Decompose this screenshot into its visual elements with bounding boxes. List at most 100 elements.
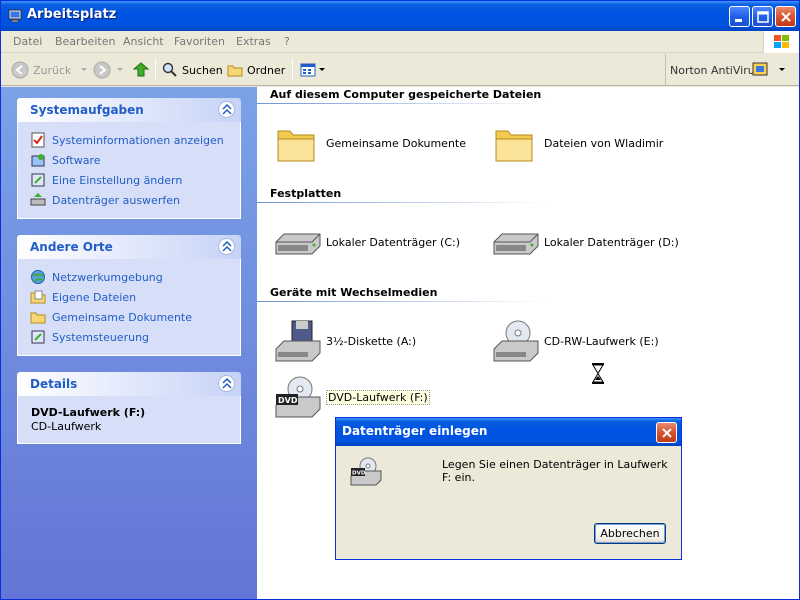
software-icon <box>31 154 45 167</box>
other-places-panel: Andere Orte Netzwerkumgebung Eigene Date… <box>17 235 241 356</box>
item-dvd-f[interactable]: DVD DVD-Laufwerk (F:) <box>274 375 430 419</box>
control-panel-icon <box>31 173 45 187</box>
task-eject-media[interactable]: Datenträger auswerfen <box>30 190 240 210</box>
folder-icon <box>495 130 533 162</box>
chevron-up-icon <box>222 104 232 115</box>
task-network[interactable]: Netzwerkumgebung <box>30 267 240 287</box>
divider <box>257 103 547 104</box>
network-globe-icon <box>31 270 45 284</box>
floppy-drive-icon <box>275 320 321 362</box>
panel-header[interactable]: Andere Orte <box>17 235 241 259</box>
separator <box>292 59 293 81</box>
item-shared-documents[interactable]: Gemeinsame Dokumente <box>274 121 466 165</box>
dvd-drive-icon: DVD <box>350 457 382 486</box>
chevron-up-icon <box>222 378 232 389</box>
maximize-button[interactable] <box>752 6 773 27</box>
my-documents-icon <box>30 290 46 304</box>
forward-button[interactable] <box>93 60 127 80</box>
menu-bearbeiten[interactable]: Bearbeiten <box>55 35 115 48</box>
cancel-button[interactable]: Abbrechen <box>594 523 666 544</box>
minimize-icon <box>735 19 742 22</box>
maximize-icon <box>757 11 769 23</box>
task-shared-documents[interactable]: Gemeinsame Dokumente <box>30 307 240 327</box>
hourglass-icon <box>592 363 604 384</box>
insert-disk-dialog: Datenträger einlegen DVD Legen Sie einen… <box>335 417 682 560</box>
window-title: Arbeitsplatz <box>27 7 117 22</box>
toolbar: Zurück Suchen Ordner Norton AntiVirus <box>1 54 799 86</box>
item-cdrw-e[interactable]: CD-RW-Laufwerk (E:) <box>492 319 659 363</box>
views-icon <box>300 63 316 77</box>
dropdown-arrow-icon <box>81 68 88 71</box>
dvd-drive-icon: DVD <box>275 376 321 418</box>
dialog-title: Datenträger einlegen <box>342 424 488 438</box>
details-name: DVD-Laufwerk (F:) <box>31 406 146 419</box>
task-pane: Systemaufgaben Systeminformationen anzei… <box>1 87 257 599</box>
dialog-close-button[interactable] <box>656 422 677 443</box>
task-change-setting[interactable]: Eine Einstellung ändern <box>30 170 240 190</box>
explorer-window: Arbeitsplatz Datei Bearbeiten Ansicht Fa… <box>0 0 800 600</box>
folder-icon <box>30 312 46 324</box>
up-folder-button[interactable] <box>132 60 150 80</box>
computer-icon <box>8 9 22 23</box>
cd-drive-icon <box>493 320 539 362</box>
group-header-removable: Geräte mit Wechselmedien <box>270 286 438 299</box>
dropdown-arrow-icon <box>117 68 123 71</box>
norton-icon <box>752 62 768 76</box>
item-user-files[interactable]: Dateien von Wladimir <box>492 121 663 165</box>
up-arrow-icon <box>132 62 150 77</box>
collapse-button[interactable] <box>218 101 235 118</box>
dropdown-arrow-icon <box>779 68 785 71</box>
task-control-panel[interactable]: Systemsteuerung <box>30 327 240 347</box>
close-icon <box>781 12 791 22</box>
separator <box>155 59 156 81</box>
hard-disk-icon <box>275 233 321 255</box>
menu-help[interactable]: ? <box>284 35 290 48</box>
panel-header[interactable]: Details <box>17 372 241 396</box>
panel-header[interactable]: Systemaufgaben <box>17 98 241 122</box>
title-bar[interactable]: Arbeitsplatz <box>1 1 799 31</box>
details-type: CD-Laufwerk <box>31 420 102 433</box>
back-button[interactable]: Zurück <box>11 60 91 80</box>
divider <box>257 202 547 203</box>
system-info-icon <box>31 132 45 148</box>
norton-label: Norton AntiVirus <box>670 64 761 77</box>
dialog-message: Legen Sie einen Datenträger in Laufwerk … <box>442 458 668 484</box>
search-icon <box>162 62 177 77</box>
task-system-info[interactable]: Systeminformationen anzeigen <box>30 130 240 150</box>
group-header-stored-files: Auf diesem Computer gespeicherte Dateien <box>270 88 542 101</box>
norton-toolbar[interactable]: Norton AntiVirus <box>665 54 799 85</box>
collapse-button[interactable] <box>218 375 235 392</box>
details-panel: Details DVD-Laufwerk (F:) CD-Laufwerk <box>17 372 241 444</box>
divider <box>257 301 547 302</box>
collapse-button[interactable] <box>218 238 235 255</box>
menu-bar: Datei Bearbeiten Ansicht Favoriten Extra… <box>1 31 799 53</box>
menu-ansicht[interactable]: Ansicht <box>123 35 164 48</box>
eject-icon <box>30 193 46 206</box>
search-button[interactable]: Suchen <box>162 60 223 80</box>
svg-text:DVD: DVD <box>352 471 366 477</box>
task-my-documents[interactable]: Eigene Dateien <box>30 287 240 307</box>
windows-logo-icon <box>763 31 799 53</box>
folder-icon <box>227 65 243 77</box>
control-panel-icon <box>31 330 45 344</box>
folders-button[interactable]: Ordner <box>227 60 285 80</box>
dialog-title-bar[interactable]: Datenträger einlegen <box>336 418 681 446</box>
menu-extras[interactable]: Extras <box>236 35 271 48</box>
item-floppy-a[interactable]: 3½-Diskette (A:) <box>274 319 416 363</box>
item-local-disk-c[interactable]: Lokaler Datenträger (C:) <box>274 220 460 264</box>
chevron-up-icon <box>222 241 232 252</box>
group-header-hard-disks: Festplatten <box>270 187 342 200</box>
views-button[interactable] <box>300 60 326 80</box>
folder-icon <box>277 130 315 162</box>
close-button[interactable] <box>775 6 796 27</box>
menu-datei[interactable]: Datei <box>13 35 42 48</box>
task-software[interactable]: Software <box>30 150 240 170</box>
svg-text:DVD: DVD <box>278 396 298 405</box>
dropdown-arrow-icon <box>319 68 325 71</box>
back-arrow-icon <box>11 61 29 79</box>
menu-favoriten[interactable]: Favoriten <box>174 35 225 48</box>
minimize-button[interactable] <box>729 6 750 27</box>
system-tasks-panel: Systemaufgaben Systeminformationen anzei… <box>17 98 241 219</box>
close-icon <box>662 428 672 438</box>
item-local-disk-d[interactable]: Lokaler Datenträger (D:) <box>492 220 679 264</box>
